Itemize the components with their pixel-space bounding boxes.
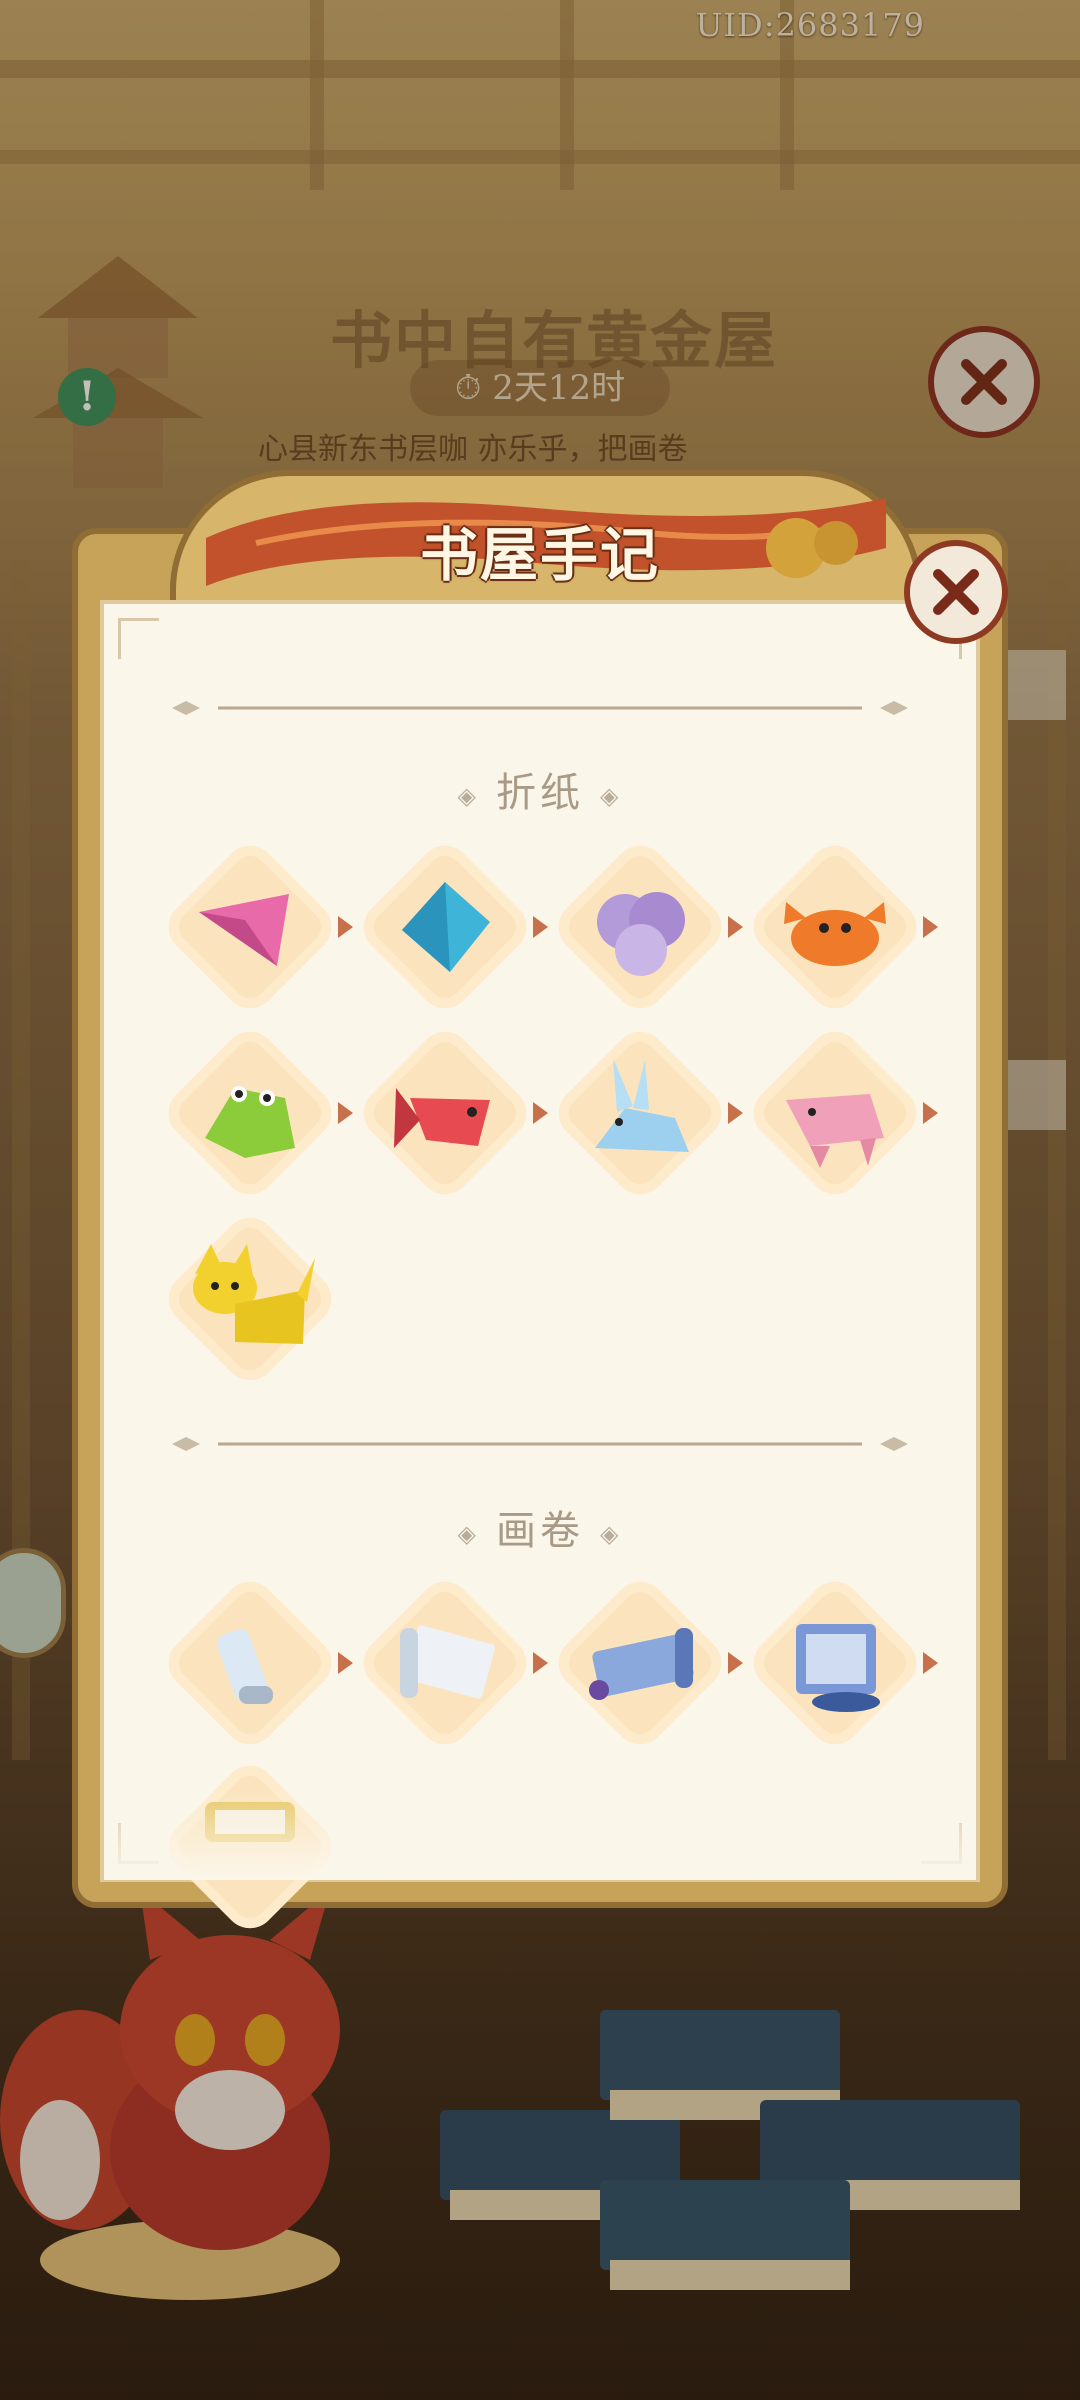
ornament-left-icon: ◈ bbox=[457, 1520, 480, 1548]
item-slot-yellow-cat[interactable] bbox=[158, 1207, 342, 1391]
scroll-icon bbox=[400, 1625, 495, 1699]
progress-arrow-icon bbox=[923, 1652, 938, 1674]
scroll-fade bbox=[104, 1790, 976, 1880]
item-slot-blue-rabbit[interactable] bbox=[548, 1021, 732, 1205]
scroll-icon bbox=[589, 1628, 694, 1700]
item-slot-open-scroll[interactable] bbox=[353, 1571, 537, 1755]
item-slot-red-fish[interactable] bbox=[353, 1021, 537, 1205]
scroll-icon bbox=[216, 1629, 273, 1704]
item-slot-green-frog[interactable] bbox=[158, 1021, 342, 1205]
section-header-origami: ◈ 折纸 ◈ bbox=[0, 760, 1080, 818]
origami-fortune-teller-icon bbox=[597, 892, 685, 976]
modal-close-button[interactable] bbox=[904, 540, 1008, 644]
origami-rabbit-icon bbox=[595, 1058, 689, 1152]
ornament-right-icon: ◈ bbox=[600, 782, 623, 810]
section-divider bbox=[172, 1437, 908, 1451]
ornament-right-icon: ◈ bbox=[600, 1520, 623, 1548]
item-slot-orange-crab[interactable] bbox=[743, 835, 927, 1019]
item-slot-pink-pig[interactable] bbox=[743, 1021, 927, 1205]
item-slot-blue-scroll[interactable] bbox=[548, 1571, 732, 1755]
origami-crab-icon bbox=[784, 902, 886, 966]
section-header-scroll: ◈ 画卷 ◈ bbox=[0, 1498, 1080, 1556]
scroll-icon bbox=[796, 1624, 880, 1712]
item-slot-ornate-scroll[interactable] bbox=[743, 1571, 927, 1755]
origami-pig-icon bbox=[786, 1094, 884, 1168]
item-slot-purple-fortune-teller[interactable] bbox=[548, 835, 732, 1019]
progress-arrow-icon bbox=[728, 916, 743, 938]
item-slot-small-scroll[interactable] bbox=[158, 1571, 342, 1755]
ornament-left-icon: ◈ bbox=[457, 782, 480, 810]
progress-arrow-icon bbox=[923, 916, 938, 938]
close-icon bbox=[933, 569, 979, 615]
progress-arrow-icon bbox=[728, 1102, 743, 1124]
corner-ornament bbox=[118, 618, 159, 659]
progress-arrow-icon bbox=[338, 1652, 353, 1674]
progress-arrow-icon bbox=[728, 1652, 743, 1674]
item-slot-blue-diamond[interactable] bbox=[353, 835, 537, 1019]
progress-arrow-icon bbox=[533, 1102, 548, 1124]
origami-diamond-icon bbox=[402, 882, 490, 972]
origami-fish-icon bbox=[394, 1088, 490, 1148]
progress-arrow-icon bbox=[533, 1652, 548, 1674]
progress-arrow-icon bbox=[923, 1102, 938, 1124]
section-title: 折纸 bbox=[496, 770, 584, 816]
item-slot-pink-triangle[interactable] bbox=[158, 835, 342, 1019]
section-title: 画卷 bbox=[496, 1508, 584, 1554]
origami-triangle-icon bbox=[199, 894, 289, 966]
progress-arrow-icon bbox=[338, 916, 353, 938]
origami-cat-icon bbox=[193, 1244, 315, 1344]
section-divider bbox=[172, 701, 908, 715]
origami-frog-icon bbox=[205, 1086, 295, 1158]
progress-arrow-icon bbox=[533, 916, 548, 938]
progress-arrow-icon bbox=[338, 1102, 353, 1124]
